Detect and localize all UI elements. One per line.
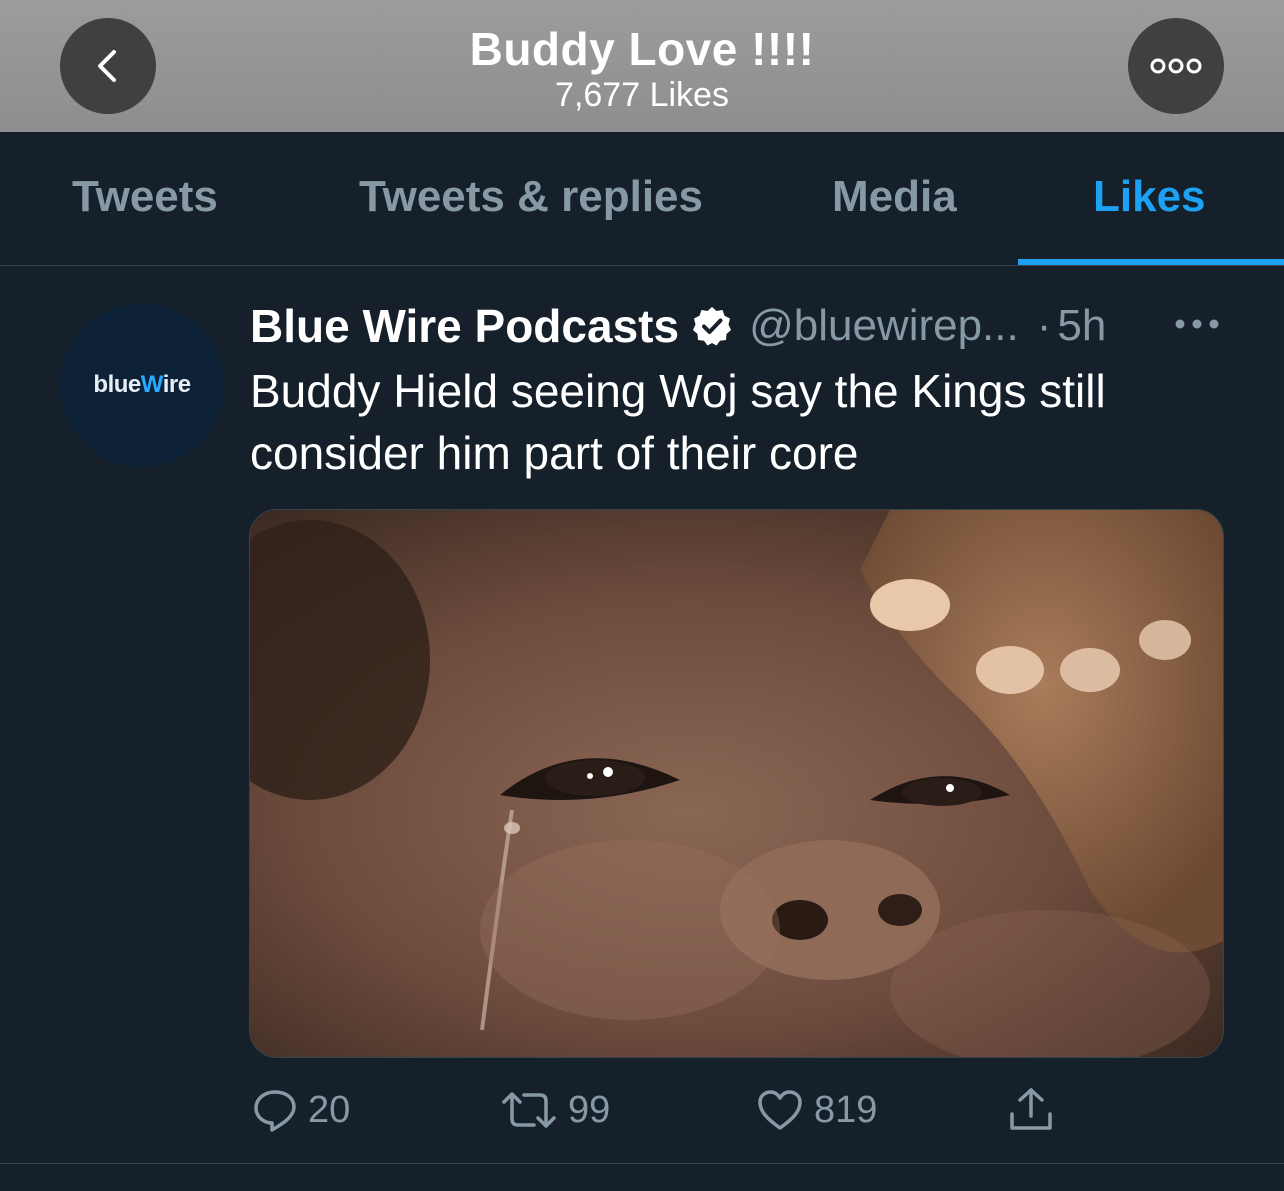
active-tab-indicator — [1018, 259, 1284, 265]
avatar-logo-text: blueWire — [93, 371, 191, 398]
heart-icon — [758, 1090, 802, 1130]
like-button[interactable]: 819 — [756, 1086, 877, 1134]
crying-baby-photo — [250, 510, 1223, 1057]
tab-likes[interactable]: Likes — [1093, 172, 1206, 222]
like-count: 819 — [814, 1088, 878, 1131]
share-icon — [1010, 1088, 1052, 1130]
retweet-count: 99 — [568, 1088, 611, 1131]
time-separator: · — [1036, 301, 1052, 350]
author-handle[interactable]: @bluewirep... — [749, 301, 1019, 351]
author-name[interactable]: Blue Wire Podcasts — [250, 299, 679, 353]
tab-media[interactable]: Media — [832, 172, 957, 222]
verified-badge-icon — [693, 307, 732, 346]
retweet-button[interactable]: 99 — [500, 1086, 610, 1134]
profile-name: Buddy Love !!!! — [469, 23, 815, 75]
likes-count: 7,677 Likes — [555, 76, 729, 114]
retweet-icon — [502, 1092, 556, 1128]
more-button[interactable] — [1128, 18, 1224, 114]
avatar[interactable]: blueWire — [60, 303, 224, 467]
tab-tweets-replies[interactable]: Tweets & replies — [359, 172, 703, 222]
reply-button[interactable]: 20 — [252, 1086, 350, 1134]
tweet-media-photo[interactable] — [249, 509, 1224, 1058]
profile-tabs: Tweets Tweets & replies Media Likes — [0, 132, 1284, 266]
profile-header: Buddy Love !!!! 7,677 Likes — [0, 0, 1284, 132]
reply-count: 20 — [308, 1088, 351, 1131]
tweet-more-icon[interactable] — [1172, 312, 1222, 336]
tweet-time[interactable]: 5h — [1057, 301, 1106, 351]
reply-icon — [254, 1090, 296, 1132]
tweet-divider — [0, 1163, 1284, 1164]
tab-tweets[interactable]: Tweets — [72, 172, 218, 222]
more-dots-icon — [1150, 58, 1202, 74]
tweet-header: Blue Wire Podcasts @bluewirep... · 5h — [250, 296, 1230, 356]
tweet-text: Buddy Hield seeing Woj say the Kings sti… — [250, 365, 1106, 479]
share-button[interactable] — [1006, 1086, 1056, 1134]
